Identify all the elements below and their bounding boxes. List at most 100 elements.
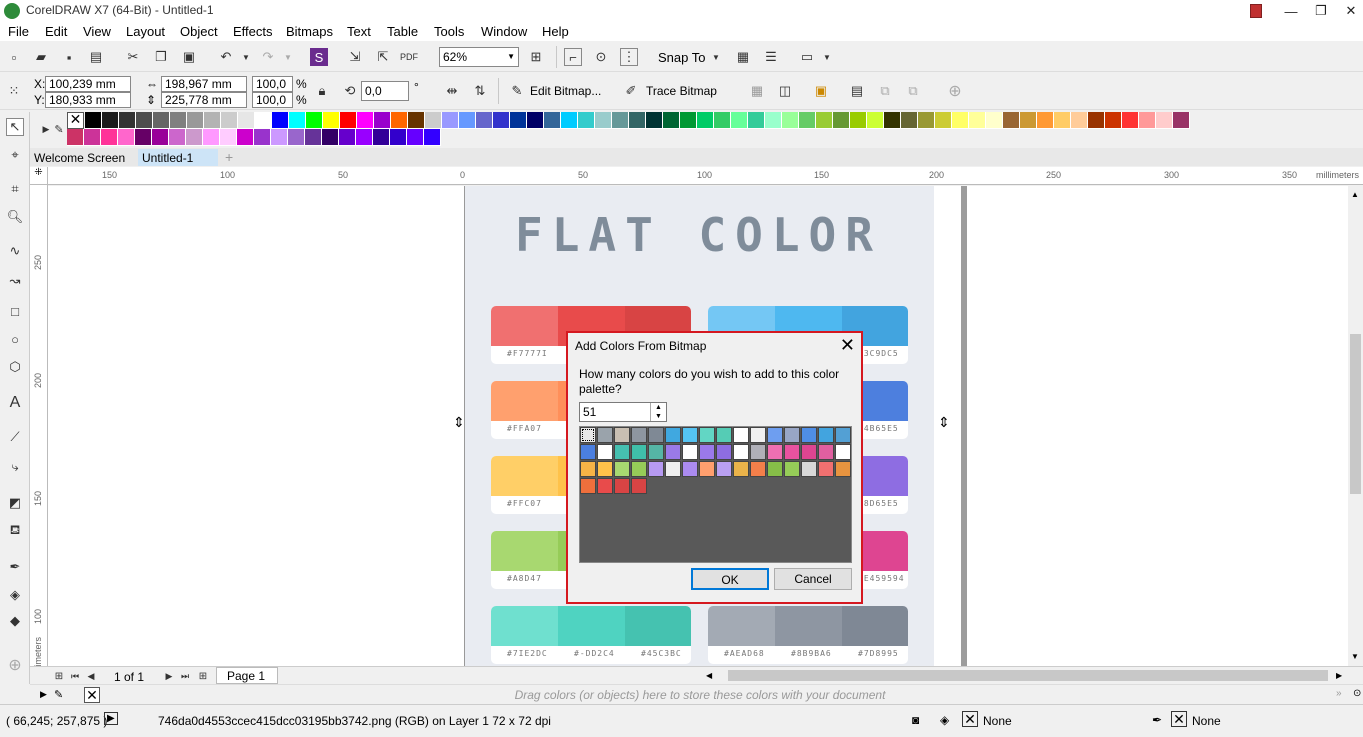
- color-preview-cell[interactable]: [699, 461, 715, 477]
- color-preview-cell[interactable]: [733, 427, 749, 443]
- undo-dropdown-icon[interactable]: ▼: [237, 48, 255, 66]
- palette-swatch[interactable]: [867, 112, 884, 129]
- palette-swatch[interactable]: [1139, 112, 1156, 129]
- zoom-tool-icon[interactable]: 🔍︎: [6, 208, 24, 226]
- color-preview-cell[interactable]: [818, 444, 834, 460]
- crop-bitmap-icon[interactable]: ▦: [748, 82, 766, 100]
- mirror-horizontal-icon[interactable]: ⇹: [443, 82, 461, 100]
- page-1-tab[interactable]: Page 1: [216, 667, 278, 684]
- stepper-up-icon[interactable]: ▲: [651, 403, 666, 412]
- palette-swatch[interactable]: [289, 112, 306, 129]
- color-preview-cell[interactable]: [750, 461, 766, 477]
- save-icon[interactable]: ▪: [60, 48, 78, 66]
- rotation-input[interactable]: 0,0: [361, 81, 409, 101]
- palette-swatch[interactable]: [356, 129, 373, 146]
- scroll-palette-right-icon[interactable]: »: [1336, 688, 1342, 699]
- zoom-to-page-icon[interactable]: ⊞: [527, 48, 545, 66]
- edit-bitmap-button[interactable]: Edit Bitmap...: [530, 84, 601, 98]
- color-preview-cell[interactable]: [835, 461, 851, 477]
- palette-swatch[interactable]: [102, 112, 119, 129]
- color-count-input[interactable]: 51 ▲ ▼: [579, 402, 667, 422]
- copy-icon[interactable]: ❐: [152, 48, 170, 66]
- color-preview-cell[interactable]: [614, 461, 630, 477]
- color-preview-cell[interactable]: [767, 444, 783, 460]
- color-eyedropper-tool-icon[interactable]: ✒: [6, 558, 24, 576]
- color-preview-cell[interactable]: [733, 461, 749, 477]
- vertical-scroll-thumb[interactable]: [1350, 334, 1361, 494]
- color-preview-cell[interactable]: [597, 444, 613, 460]
- color-preview-cell[interactable]: [750, 427, 766, 443]
- color-preview-cell[interactable]: [580, 461, 596, 477]
- palette-swatch[interactable]: [391, 112, 408, 129]
- palette-swatch[interactable]: [1088, 112, 1105, 129]
- menu-layout[interactable]: Layout: [126, 24, 165, 39]
- palette-swatch[interactable]: [187, 112, 204, 129]
- edit-bitmap-icon[interactable]: ✎: [508, 82, 526, 100]
- grid-toggle-icon[interactable]: ⊙: [592, 48, 610, 66]
- rectangle-tool-icon[interactable]: □: [6, 302, 24, 320]
- y-position-input[interactable]: 180,933 mm: [45, 92, 131, 108]
- redo-icon[interactable]: ↷: [259, 48, 277, 66]
- palette-swatch[interactable]: [288, 129, 305, 146]
- resize-handle-left-icon[interactable]: ⇕: [453, 414, 465, 431]
- palette-swatch[interactable]: [1003, 112, 1020, 129]
- palette-swatch[interactable]: [476, 112, 493, 129]
- text-wrap-icon[interactable]: ▤: [848, 82, 866, 100]
- color-preview-cell[interactable]: [767, 427, 783, 443]
- menu-view[interactable]: View: [83, 24, 111, 39]
- palette-swatch[interactable]: [152, 129, 169, 146]
- scroll-up-icon[interactable]: ▲: [1351, 190, 1359, 199]
- color-preview-cell[interactable]: [648, 444, 664, 460]
- vertical-ruler[interactable]: 250 200 150 100 millimeters: [30, 185, 48, 680]
- palette-swatch[interactable]: [442, 112, 459, 129]
- palette-swatch[interactable]: [697, 112, 714, 129]
- palette-swatch[interactable]: [118, 129, 135, 146]
- color-preview-cell[interactable]: [784, 444, 800, 460]
- import-icon[interactable]: ⇲: [346, 48, 364, 66]
- no-fill-swatch[interactable]: ✕: [962, 711, 978, 727]
- polygon-tool-icon[interactable]: ⬡: [6, 358, 24, 376]
- palette-swatch[interactable]: [255, 112, 272, 129]
- palette-swatch[interactable]: [136, 112, 153, 129]
- shape-tool-icon[interactable]: ⌖: [6, 146, 24, 164]
- crop-tool-icon[interactable]: ⌗: [6, 180, 24, 198]
- scale-y-input[interactable]: 100,0: [252, 92, 293, 108]
- undo-icon[interactable]: ↶: [217, 48, 235, 66]
- to-front-icon[interactable]: ⧉: [876, 82, 894, 100]
- color-count-stepper[interactable]: ▲ ▼: [650, 403, 666, 421]
- palette-swatch[interactable]: [305, 129, 322, 146]
- color-preview-cell[interactable]: [801, 461, 817, 477]
- palette-swatch[interactable]: [1071, 112, 1088, 129]
- color-preview-cell[interactable]: [801, 444, 817, 460]
- color-preview-cell[interactable]: [614, 478, 630, 494]
- horizontal-scroll-thumb[interactable]: [728, 670, 1328, 681]
- redo-dropdown-icon[interactable]: ▼: [279, 48, 297, 66]
- no-color-swatch[interactable]: ✕: [67, 112, 84, 129]
- palette-swatch[interactable]: [408, 112, 425, 129]
- palette-swatch[interactable]: [680, 112, 697, 129]
- color-preview-cell[interactable]: [716, 444, 732, 460]
- palette-swatch[interactable]: [339, 129, 356, 146]
- palette-swatch[interactable]: [731, 112, 748, 129]
- guidelines-toggle-icon[interactable]: ⋮: [620, 48, 638, 66]
- palette-swatch[interactable]: [170, 112, 187, 129]
- eyedropper-icon[interactable]: ✎: [50, 120, 68, 138]
- palette-swatch[interactable]: [204, 112, 221, 129]
- menu-edit[interactable]: Edit: [45, 24, 67, 39]
- palette-swatch[interactable]: [748, 112, 765, 129]
- ok-button[interactable]: OK: [691, 568, 769, 590]
- launcher-dropdown-icon[interactable]: ▼: [818, 48, 836, 66]
- palette-swatch[interactable]: [340, 112, 357, 129]
- color-preview-cell[interactable]: [614, 427, 630, 443]
- drop-shadow-tool-icon[interactable]: ◩: [6, 494, 24, 512]
- add-tab-button[interactable]: +: [221, 147, 237, 165]
- color-preview-cell[interactable]: [631, 444, 647, 460]
- scroll-left-icon[interactable]: ◀: [706, 671, 712, 680]
- color-preview-cell[interactable]: [597, 427, 613, 443]
- to-back-icon[interactable]: ⧉: [904, 82, 922, 100]
- palette-swatch[interactable]: [782, 112, 799, 129]
- open-folder-icon[interactable]: ▰: [32, 48, 50, 66]
- palette-swatch[interactable]: [765, 112, 782, 129]
- palette-swatch[interactable]: [254, 129, 271, 146]
- palette-swatch[interactable]: [169, 129, 186, 146]
